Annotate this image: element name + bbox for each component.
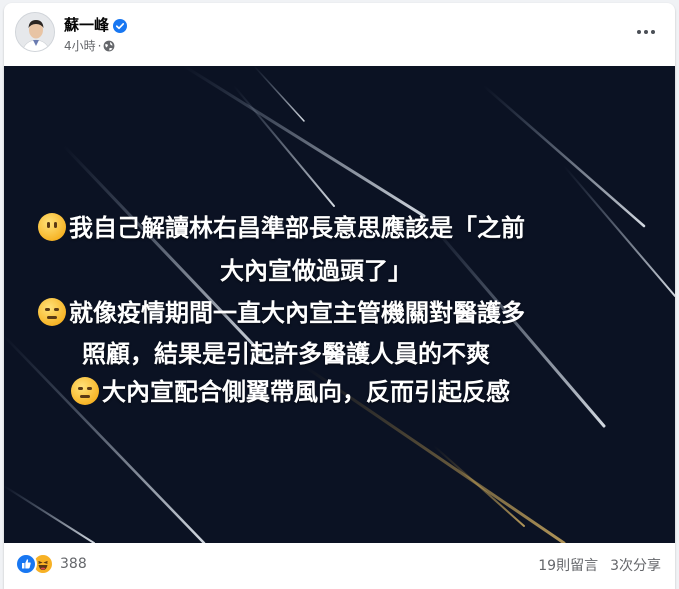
author-row: 蘇一峰 [64, 14, 128, 35]
more-dot [637, 30, 641, 34]
image-text-line: 大內宣配合側翼帶風向，反而引起反感 [71, 372, 510, 407]
reactions-summary[interactable]: 388 [15, 553, 87, 575]
image-text-line: 照顧，結果是引起許多醫護人員的不爽 [82, 334, 490, 369]
meta-separator: · [97, 38, 102, 53]
post-image[interactable]: 我自己解讀林右昌準部長意思應該是「之前 大內宣做過頭了」 就像疫情期間一直大內宣… [4, 66, 675, 543]
verified-badge-icon [113, 18, 128, 33]
image-text-line-3: 就像疫情期間一直大內宣主管機關對醫護多 [69, 299, 525, 327]
author-name[interactable]: 蘇一峰 [64, 14, 109, 35]
post-header: 蘇一峰 4小時 · [4, 3, 675, 65]
more-dot [651, 30, 655, 34]
no-mouth-face-emoji [38, 213, 66, 241]
expressionless-face-emoji [38, 298, 66, 326]
post-card: 蘇一峰 4小時 · 我自己解讀林右昌準部長意思應該是「之前 大內宣做過頭了」 就… [4, 3, 675, 589]
avatar-photo [16, 13, 54, 51]
image-text-line: 我自己解讀林右昌準部長意思應該是「之前 [38, 208, 525, 243]
comments-count-link[interactable]: 19則留言 [538, 555, 598, 575]
like-icon [15, 553, 37, 575]
globe-icon[interactable] [103, 40, 115, 52]
shares-count-link[interactable]: 3次分享 [610, 555, 661, 575]
reaction-count: 388 [60, 556, 87, 572]
image-text-line-5: 大內宣配合側翼帶風向，反而引起反感 [102, 378, 510, 406]
image-text-line: 就像疫情期間一直大內宣主管機關對醫護多 [38, 293, 525, 328]
post-footer: 388 19則留言 3次分享 [4, 543, 675, 589]
image-text-line-2: 大內宣做過頭了」 [220, 257, 412, 285]
expressionless-face-emoji [71, 377, 99, 405]
image-text-line: 大內宣做過頭了」 [220, 251, 412, 286]
image-text-line-4: 照顧，結果是引起許多醫護人員的不爽 [82, 340, 490, 368]
image-text-line-1: 我自己解讀林右昌準部長意思應該是「之前 [69, 214, 525, 242]
more-dot [644, 30, 648, 34]
image-caption-text: 我自己解讀林右昌準部長意思應該是「之前 大內宣做過頭了」 就像疫情期間一直大內宣… [4, 66, 675, 543]
engagement-stats: 19則留言 3次分享 [538, 555, 661, 575]
author-avatar[interactable] [15, 12, 55, 52]
post-meta: 4小時 · [64, 37, 115, 54]
post-timestamp[interactable]: 4小時 [64, 37, 96, 54]
more-options-button[interactable] [629, 17, 663, 47]
